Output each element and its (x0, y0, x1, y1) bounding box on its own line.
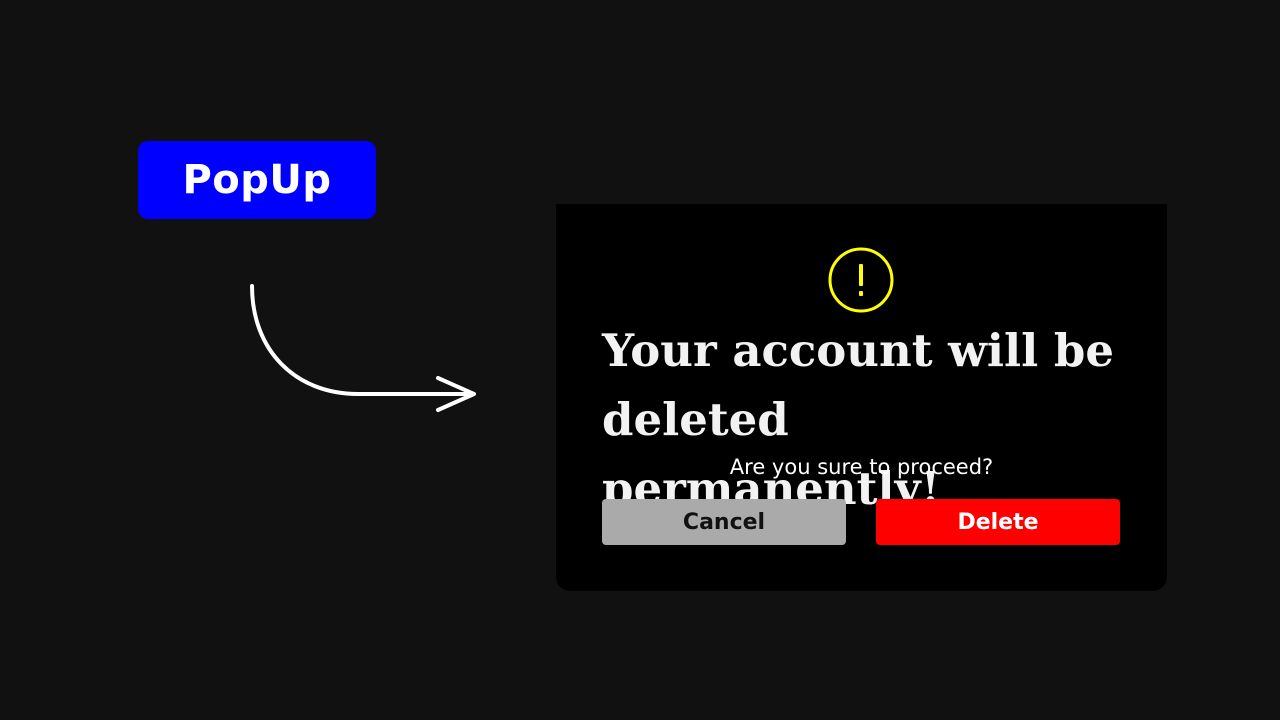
canvas: PopUp Your account will be deleted perma… (0, 0, 1280, 720)
popup-button[interactable]: PopUp (138, 141, 376, 219)
dialog-title: Your account will be deleted permanently… (602, 324, 1114, 515)
cancel-button[interactable]: Cancel (602, 499, 846, 545)
confirm-delete-dialog: Your account will be deleted permanently… (556, 204, 1167, 591)
delete-button[interactable]: Delete (876, 499, 1120, 545)
arrow-right-icon (250, 284, 476, 412)
warning-icon (828, 247, 894, 313)
dialog-subtitle: Are you sure to proceed? (729, 455, 994, 479)
